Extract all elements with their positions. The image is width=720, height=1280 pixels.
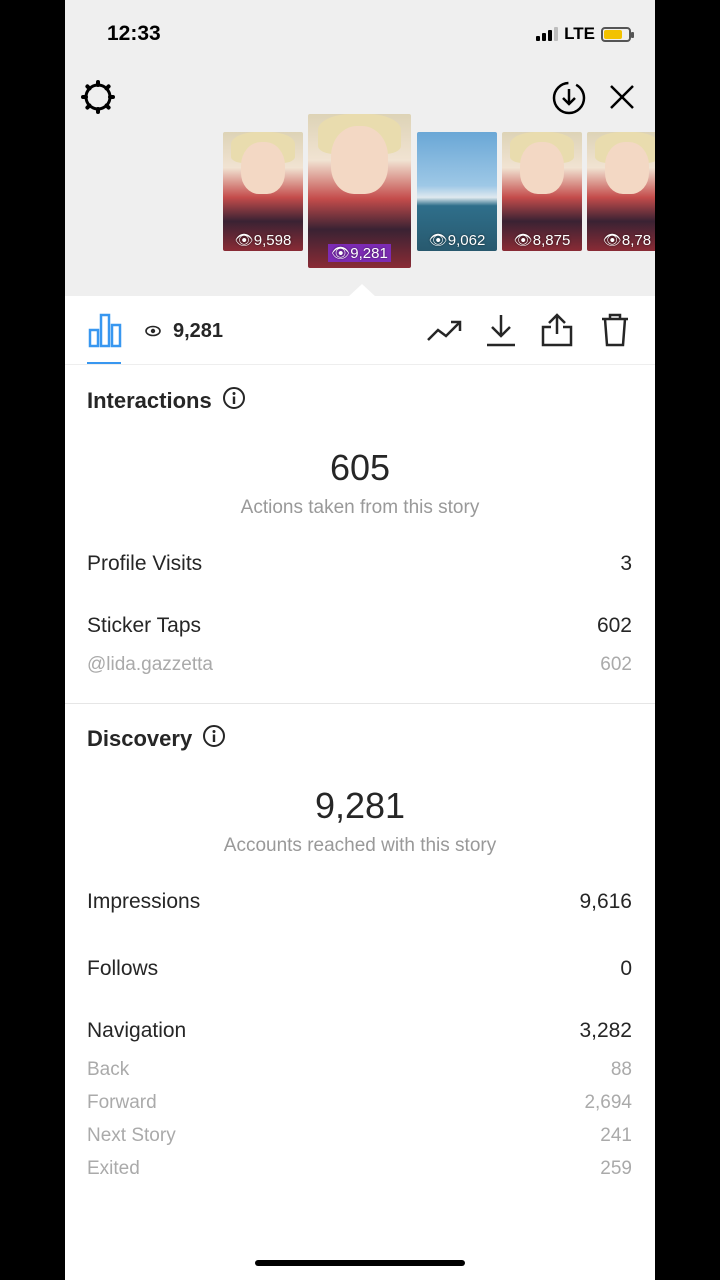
profile-visits-row: Profile Visits 3 <box>87 552 632 576</box>
row-value: 3 <box>620 552 632 575</box>
row-value: 2,694 <box>584 1092 632 1113</box>
home-indicator <box>255 1260 465 1266</box>
discovery-total: 9,281 <box>314 785 406 826</box>
sticker-mention-row: @lida.gazzetta 602 <box>87 654 632 676</box>
insights-icon[interactable] <box>87 310 123 350</box>
delete-icon[interactable] <box>597 310 633 350</box>
row-label: Profile Visits <box>87 552 203 575</box>
row-label: Forward <box>87 1092 157 1113</box>
interactions-total-label: Actions taken from this story <box>240 497 480 518</box>
discovery-title: Discovery <box>87 726 193 751</box>
discovery-heading: Discovery <box>87 724 226 754</box>
row-value: 9,616 <box>579 890 632 913</box>
network-label: LTE <box>564 24 595 43</box>
sticker-taps-row: Sticker Taps 602 <box>87 614 632 638</box>
row-label: Sticker Taps <box>87 614 201 637</box>
interactions-heading: Interactions <box>87 386 246 416</box>
section-divider <box>65 703 655 704</box>
story-thumbnail-selected[interactable]: 👁︎9,281 <box>308 114 411 268</box>
row-label: Impressions <box>87 890 201 913</box>
interactions-total: 605 <box>329 447 391 488</box>
row-label: @lida.gazzetta <box>87 654 213 675</box>
row-label: Next Story <box>87 1125 176 1146</box>
thumbnail-views: 👁︎9,281 <box>328 244 391 262</box>
thumbnail-views: 👁︎8,78 <box>602 232 652 249</box>
insights-toolbar: 9,281 <box>65 296 655 365</box>
row-value: 602 <box>596 614 632 637</box>
status-icons: LTE <box>536 24 634 44</box>
follows-row: Follows 0 <box>87 957 632 981</box>
view-count: 9,281 <box>145 320 223 343</box>
share-icon[interactable] <box>539 310 575 350</box>
row-value: 88 <box>610 1059 632 1080</box>
row-label: Exited <box>87 1158 140 1179</box>
settings-icon[interactable] <box>79 78 117 116</box>
nav-forward-row: Forward 2,694 <box>87 1092 632 1114</box>
row-value: 602 <box>600 654 632 675</box>
status-time: 12:33 <box>107 22 161 45</box>
nav-back-row: Back 88 <box>87 1059 632 1081</box>
tab-indicator <box>87 362 121 364</box>
thumbnail-views: 👁︎8,875 <box>513 232 571 249</box>
story-thumbnail[interactable]: 👁︎8,875 <box>502 132 582 251</box>
navigation-row: Navigation 3,282 <box>87 1019 632 1043</box>
interactions-title: Interactions <box>87 388 212 413</box>
promote-icon[interactable] <box>425 314 465 348</box>
story-thumbnail[interactable]: 👁︎9,598 <box>223 132 303 251</box>
download-icon[interactable] <box>483 310 519 350</box>
row-label: Follows <box>87 957 159 980</box>
thumbnail-views: 👁︎9,062 <box>428 232 486 249</box>
row-value: 3,282 <box>579 1019 632 1042</box>
row-label: Navigation <box>87 1019 187 1042</box>
eye-icon <box>145 320 161 343</box>
story-insights-screen: 12:33 LTE 👁︎9,598 👁︎9,281 👁︎9,062 👁︎8,87… <box>65 0 655 1280</box>
story-thumbnail[interactable]: 👁︎9,062 <box>417 132 497 251</box>
save-icon[interactable] <box>549 78 589 118</box>
row-label: Back <box>87 1059 130 1080</box>
battery-icon <box>601 26 634 42</box>
info-icon[interactable] <box>222 386 246 416</box>
info-icon[interactable] <box>202 724 226 754</box>
story-thumbnail[interactable]: 👁︎8,78 <box>587 132 655 251</box>
row-value: 0 <box>620 957 632 980</box>
nav-exited-row: Exited 259 <box>87 1158 632 1180</box>
story-preview-area: 12:33 LTE 👁︎9,598 👁︎9,281 👁︎9,062 👁︎8,87… <box>65 0 655 296</box>
row-value: 241 <box>600 1125 632 1146</box>
signal-icon <box>536 27 559 41</box>
impressions-row: Impressions 9,616 <box>87 890 632 914</box>
close-icon[interactable] <box>605 80 639 114</box>
story-thumbnail-strip: 👁︎9,598 👁︎9,281 👁︎9,062 👁︎8,875 👁︎8,78 <box>65 114 655 274</box>
nav-next-story-row: Next Story 241 <box>87 1125 632 1147</box>
row-value: 259 <box>600 1158 632 1179</box>
thumbnail-views: 👁︎9,598 <box>234 232 292 249</box>
view-count-value: 9,281 <box>173 320 224 342</box>
discovery-total-label: Accounts reached with this story <box>223 835 497 856</box>
